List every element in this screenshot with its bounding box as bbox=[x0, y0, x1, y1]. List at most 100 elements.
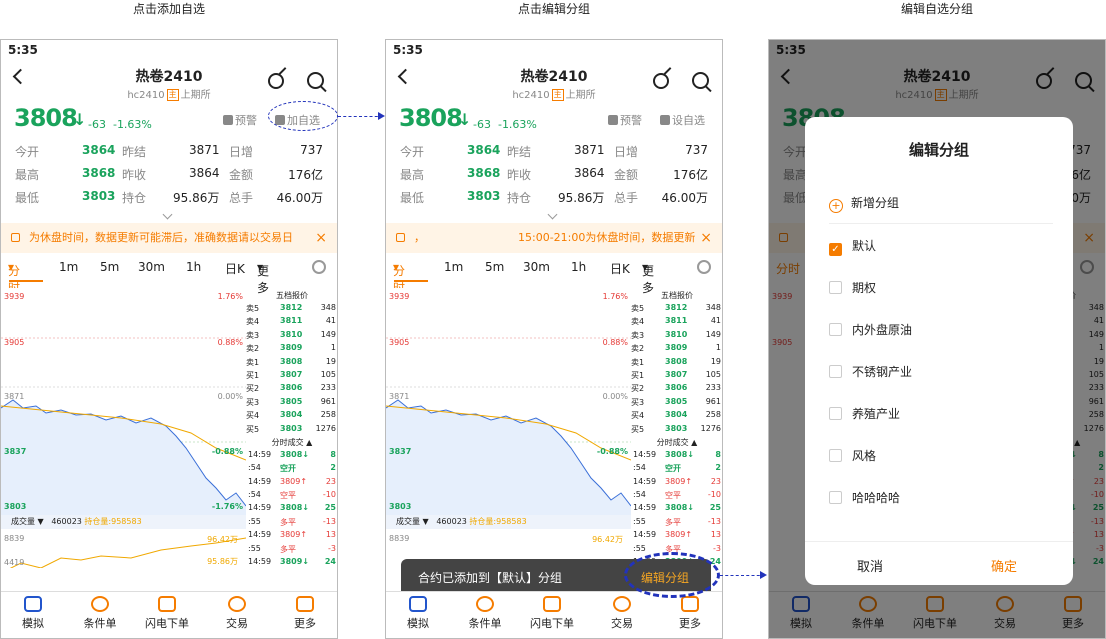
favorite-icon bbox=[660, 115, 670, 125]
trades-title-text: 分时成交 bbox=[271, 437, 304, 447]
group-option[interactable]: 期权 bbox=[829, 279, 876, 296]
orderbook-price: 3806 bbox=[665, 383, 688, 393]
orderbook-price: 3807 bbox=[665, 369, 688, 379]
trade-time: :55 bbox=[633, 543, 646, 553]
down-arrow-icon: ↓ bbox=[73, 110, 87, 129]
stat-label: 昨结 bbox=[122, 145, 147, 159]
nav-trade[interactable]: 交易 bbox=[594, 596, 650, 631]
oi-label: 持仓量:958583 bbox=[469, 517, 527, 526]
tab-1h[interactable]: 1h bbox=[571, 260, 586, 274]
stat-label: 总手 bbox=[229, 191, 254, 205]
orderbook-volume: 258 bbox=[705, 410, 721, 420]
search-icon[interactable] bbox=[307, 72, 324, 89]
share-icon[interactable] bbox=[268, 73, 284, 89]
tab-1m[interactable]: 1m bbox=[59, 260, 78, 274]
orderbook-volume: 41 bbox=[710, 316, 721, 326]
trade-time: :55 bbox=[248, 516, 261, 526]
orderbook-row: 卖1 3808 19 bbox=[246, 357, 337, 370]
group-option[interactable]: 内外盘原油 bbox=[829, 321, 912, 338]
nav-flash[interactable]: 闪电下单 bbox=[524, 596, 580, 631]
nav-more[interactable]: 更多 bbox=[662, 596, 718, 631]
nav-label: 条件单 bbox=[468, 617, 502, 630]
vol-value: 460023 bbox=[51, 517, 82, 526]
period-tabs: 分时 ▾ 1m 5m 30m 1h 日K 更多 ▾ bbox=[386, 258, 722, 295]
tab-timeshare[interactable]: 分时 ▾ bbox=[8, 260, 20, 295]
annotation-circle-edit bbox=[624, 552, 720, 598]
caption-2: 点击编辑分组 bbox=[517, 2, 590, 16]
trade-volume: 13 bbox=[710, 530, 721, 540]
orderbook-row: 卖4 3811 41 bbox=[631, 316, 722, 329]
close-icon[interactable]: × bbox=[696, 223, 712, 253]
orderbook-price: 3805 bbox=[280, 396, 303, 406]
tab-timeshare[interactable]: 分时 ▾ bbox=[393, 260, 405, 295]
tab-5m[interactable]: 5m bbox=[485, 260, 504, 274]
tab-more[interactable]: 更多 ▾ bbox=[257, 260, 269, 295]
period-tabs: 分时 ▾ 1m 5m 30m 1h 日K 更多 ▾ bbox=[1, 258, 337, 295]
share-icon[interactable] bbox=[653, 73, 669, 89]
orderbook-price: 3803 bbox=[665, 423, 688, 433]
cancel-button[interactable]: 取消 bbox=[857, 556, 883, 575]
orderbook-volume: 961 bbox=[705, 396, 721, 406]
tab-30m[interactable]: 30m bbox=[138, 260, 165, 274]
nav-more[interactable]: 更多 bbox=[277, 596, 333, 631]
stat-label: 金额 bbox=[229, 168, 254, 182]
stat-value: 176亿 bbox=[673, 168, 708, 182]
trade-row: 14:59 3808↓ 8 bbox=[246, 450, 337, 463]
set-favorite-button[interactable]: 设自选 bbox=[660, 112, 705, 128]
gear-icon[interactable] bbox=[697, 260, 711, 274]
stat-label: 昨收 bbox=[122, 168, 147, 182]
trade-price: 3809↑ bbox=[665, 476, 693, 486]
nav-trade[interactable]: 交易 bbox=[209, 596, 265, 631]
group-option[interactable]: 养殖产业 bbox=[829, 405, 900, 422]
checkbox-icon: ✓ bbox=[829, 243, 842, 256]
trade-volume: -3 bbox=[713, 543, 721, 553]
tab-1h[interactable]: 1h bbox=[186, 260, 201, 274]
close-icon[interactable]: × bbox=[311, 223, 327, 253]
orderbook-row: 买2 3806 233 bbox=[631, 383, 722, 396]
nav-condition[interactable]: 条件单 bbox=[72, 596, 128, 631]
dialog-title: 编辑分组 bbox=[908, 141, 969, 159]
add-group-button[interactable]: + 新增分组 bbox=[829, 194, 899, 213]
gear-icon[interactable] bbox=[312, 260, 326, 274]
group-option[interactable]: 哈哈哈哈 bbox=[829, 489, 900, 506]
orderbook-row: 买4 3804 258 bbox=[631, 410, 722, 423]
search-icon[interactable] bbox=[692, 72, 709, 89]
nav-condition[interactable]: 条件单 bbox=[457, 596, 513, 631]
orderbook-rows: 卖5 3812 348 卖4 3811 41 卖3 3810 149 卖2 3809 1 卖1 3808 1… bbox=[631, 303, 722, 437]
volume-header[interactable]: 成交量 ▼ 460023 持仓量:958583 bbox=[1, 515, 246, 529]
stat-value: 3868 bbox=[82, 166, 116, 180]
tab-1m[interactable]: 1m bbox=[444, 260, 463, 274]
trade-price: 空开 bbox=[665, 464, 681, 474]
tab-daily[interactable]: 日K bbox=[225, 260, 245, 277]
group-option[interactable]: 风格 bbox=[829, 447, 876, 464]
group-option[interactable]: 不锈钢产业 bbox=[829, 363, 912, 380]
group-option[interactable]: ✓ 默认 bbox=[829, 237, 876, 256]
orderbook-side: 买5 bbox=[246, 424, 260, 434]
price-axis-label: 3871 bbox=[4, 392, 25, 401]
alert-button[interactable]: 预警 bbox=[608, 112, 642, 128]
nav-flash[interactable]: 闪电下单 bbox=[139, 596, 195, 631]
tab-more[interactable]: 更多 ▾ bbox=[642, 260, 654, 295]
stat-value: 95.86万 bbox=[173, 191, 220, 205]
volume-header[interactable]: 成交量 ▼ 460023 持仓量:958583 bbox=[386, 515, 631, 529]
nav-sim[interactable]: 模拟 bbox=[390, 596, 446, 631]
stat-value: 3803 bbox=[467, 189, 501, 203]
trade-row: 14:59 3809↑ 23 bbox=[246, 477, 337, 490]
nav-sim[interactable]: 模拟 bbox=[5, 596, 61, 631]
add-group-label: 新增分组 bbox=[851, 196, 900, 210]
sim-icon bbox=[24, 596, 42, 612]
change-value: -63 bbox=[473, 118, 491, 131]
orderbook-row: 卖2 3809 1 bbox=[246, 343, 337, 356]
price-axis-label: 3837 bbox=[4, 447, 27, 456]
tab-daily[interactable]: 日K bbox=[610, 260, 630, 277]
trade-time: 14:59 bbox=[248, 557, 272, 567]
checkbox-icon bbox=[829, 365, 842, 378]
orderbook-row: 买1 3807 105 bbox=[246, 370, 337, 383]
tab-5m[interactable]: 5m bbox=[100, 260, 119, 274]
confirm-button[interactable]: 确定 bbox=[991, 556, 1017, 575]
nav-label: 条件单 bbox=[83, 617, 117, 630]
alert-button[interactable]: 预警 bbox=[223, 112, 257, 128]
tab-30m[interactable]: 30m bbox=[523, 260, 550, 274]
stat-value: 3864 bbox=[574, 166, 605, 180]
price-axis-label: 3871 bbox=[389, 392, 410, 401]
